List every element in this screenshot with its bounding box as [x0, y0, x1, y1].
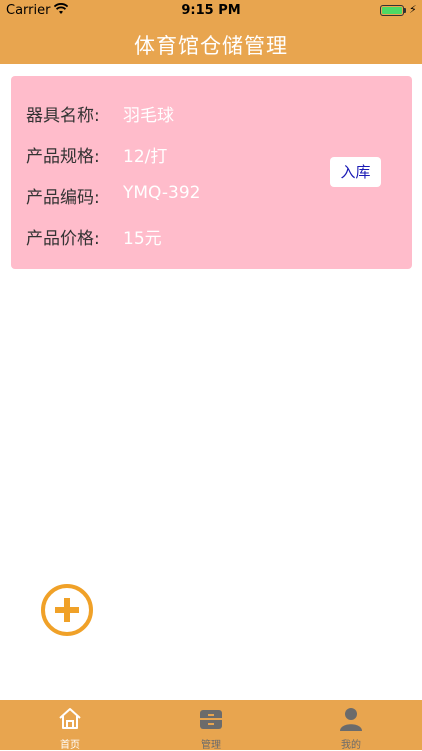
plus-circle-icon-vertical [64, 598, 70, 622]
add-item-button[interactable] [41, 584, 93, 636]
field-label-price: 产品价格: [26, 229, 100, 249]
charging-icon: ⚡ [409, 3, 417, 16]
nav-bar: 体育馆仓储管理 [0, 22, 422, 64]
item-card: 器具名称: 羽毛球 产品规格: 12/打 产品编码: YMQ-392 产品价格:… [11, 76, 412, 269]
field-value-spec: 12/打 [123, 147, 168, 167]
battery-icon [380, 5, 404, 16]
clock-time: 9:15 PM [181, 3, 241, 18]
tab-manage-label: 管理 [201, 740, 221, 751]
stock-in-button[interactable]: 入库 [330, 157, 381, 187]
field-value-code: YMQ-392 [123, 183, 201, 203]
tab-home[interactable]: 首页 [0, 700, 140, 751]
status-bar: Carrier 9:15 PM ⚡ [0, 0, 422, 22]
field-value-name: 羽毛球 [123, 106, 174, 126]
tab-home-label: 首页 [60, 740, 80, 751]
field-value-price: 15元 [123, 229, 162, 249]
battery-nub [404, 8, 406, 13]
tab-profile-label: 我的 [341, 740, 361, 751]
tab-bar: 首页 管理 我的 [0, 700, 422, 751]
field-label-spec: 产品规格: [26, 147, 100, 167]
tab-profile[interactable]: 我的 [281, 700, 421, 751]
tab-manage[interactable]: 管理 [141, 700, 281, 751]
person-icon [340, 708, 362, 731]
page-title: 体育馆仓储管理 [134, 34, 288, 58]
field-label-name: 器具名称: [26, 106, 100, 126]
drawer-icon [200, 710, 222, 729]
home-icon [59, 708, 81, 729]
field-label-code: 产品编码: [26, 188, 100, 208]
